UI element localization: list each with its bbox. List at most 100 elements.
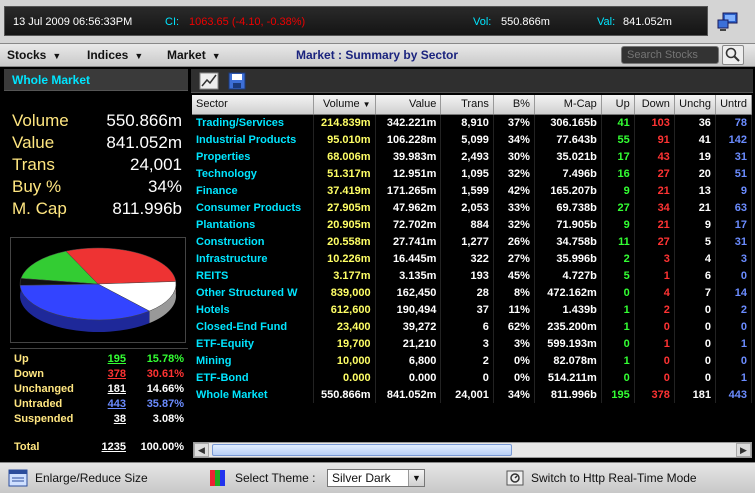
menu-market-label: Market: [167, 48, 206, 62]
whole-market-panel: Whole Market Volume 550.866m Value 841.0…: [4, 69, 188, 458]
cell-untraded: 142: [715, 131, 753, 148]
table-row[interactable]: Industrial Products 95.010m 106.228m 5,099 3…: [192, 131, 753, 148]
col-header-volume[interactable]: Volume ▼: [313, 95, 376, 115]
adv-count[interactable]: 181: [108, 383, 126, 395]
search-button[interactable]: [722, 45, 744, 65]
network-monitor-icon[interactable]: [717, 12, 739, 32]
theme-select[interactable]: Silver Dark ▼: [327, 469, 425, 487]
cell-buy-pct: 42%: [493, 182, 535, 199]
col-header-mcap[interactable]: M-Cap: [534, 95, 602, 115]
table-row[interactable]: Trading/Services 214.839m 342.221m 8,910 37%…: [192, 114, 753, 131]
table-row[interactable]: Technology 51.317m 12.951m 1,095 32% 7.496b 16…: [192, 165, 753, 182]
search-input[interactable]: [621, 46, 719, 64]
ci-value: 1063.65 (-4.10, -0.38%): [189, 16, 306, 28]
cell-sector: Consumer Products: [192, 199, 314, 216]
cell-buy-pct: 45%: [493, 267, 535, 284]
cell-volume: 839,000: [313, 284, 376, 301]
cell-buy-pct: 0%: [493, 352, 535, 369]
cell-volume: 20.905m: [313, 216, 376, 233]
col-header-untraded[interactable]: Untrd: [715, 95, 753, 115]
stat-value-buy: 34%: [147, 177, 182, 196]
cell-buy-pct: 32%: [493, 216, 535, 233]
cell-buy-pct: 30%: [493, 148, 535, 165]
col-header-sector[interactable]: Sector: [192, 95, 314, 115]
cell-sector: Whole Market: [192, 386, 314, 403]
cell-untraded: 31: [715, 148, 753, 165]
chart-icon[interactable]: [199, 71, 219, 91]
cell-trans: 28: [440, 284, 494, 301]
cell-buy-pct: 0%: [493, 369, 535, 386]
col-header-up[interactable]: Up: [601, 95, 635, 115]
cell-volume: 10.226m: [313, 250, 376, 267]
menu-stocks[interactable]: Stocks ▼: [7, 48, 61, 62]
save-icon[interactable]: [227, 71, 247, 91]
col-header-trans[interactable]: Trans: [440, 95, 494, 115]
table-row[interactable]: Plantations 20.905m 72.702m 884 32% 71.905b 9 2…: [192, 216, 753, 233]
bottom-toolbar: Enlarge/Reduce Size Select Theme : Silve…: [0, 462, 755, 493]
switch-http-mode-button[interactable]: Switch to Http Real-Time Mode: [531, 471, 697, 485]
cell-untraded: 1: [715, 369, 753, 386]
table-row[interactable]: Finance 37.419m 171.265m 1,599 42% 165.207b 9 2…: [192, 182, 753, 199]
cell-down: 21: [634, 182, 675, 199]
cell-trans: 193: [440, 267, 494, 284]
cell-untraded: 0: [715, 352, 753, 369]
cell-down: 3: [634, 250, 675, 267]
table-row[interactable]: Closed-End Fund 23,400 39,272 6 62% 235.200m 1…: [192, 318, 753, 335]
table-row[interactable]: Other Structured W 839,000 162,450 28 8% 472.…: [192, 284, 753, 301]
cell-trans: 37: [440, 301, 494, 318]
menu-market[interactable]: Market ▼: [167, 48, 221, 62]
switch-mode-icon[interactable]: [505, 468, 525, 488]
scroll-right-button[interactable]: ▶: [736, 443, 751, 457]
table-row[interactable]: ETF-Bond 0.000 0.000 0 0% 514.211m 0 0 0 1: [192, 369, 753, 386]
adv-pct: 35.87%: [146, 398, 184, 410]
cell-value: 342.221m: [375, 114, 442, 131]
cell-trans: 2: [440, 352, 494, 369]
table-row[interactable]: Consumer Products 27.905m 47.962m 2,053 33% 6…: [192, 199, 753, 216]
adv-count[interactable]: 378: [108, 368, 126, 380]
adv-count[interactable]: 1235: [102, 441, 126, 453]
stat-value-trans: 24,001: [130, 155, 182, 174]
cell-value: 162,450: [375, 284, 442, 301]
cell-up: 55: [601, 131, 635, 148]
col-header-down[interactable]: Down: [634, 95, 675, 115]
cell-sector: Trading/Services: [192, 114, 314, 131]
enlarge-reduce-button[interactable]: Enlarge/Reduce Size: [35, 471, 148, 485]
table-row[interactable]: REITS 3.177m 3.135m 193 45% 4.727b 5 1 6 0: [192, 267, 753, 284]
adv-count[interactable]: 195: [108, 353, 126, 365]
adv-row-suspended: Suspended 38 3.08%: [14, 413, 186, 427]
scroll-left-button[interactable]: ◀: [194, 443, 209, 457]
cell-unchanged: 19: [674, 148, 716, 165]
table-row[interactable]: ETF-Equity 19,700 21,210 3 3% 599.193m 0 1 0 1: [192, 335, 753, 352]
cell-untraded: 78: [715, 114, 753, 131]
cell-untraded: 14: [715, 284, 753, 301]
scrollbar-thumb[interactable]: [212, 444, 512, 456]
table-row-total[interactable]: Whole Market 550.866m 841.052m 24,001 34% 811…: [192, 386, 753, 403]
cell-down: 0: [634, 352, 675, 369]
resize-icon[interactable]: [8, 468, 28, 488]
col-header-unchanged[interactable]: Unchg: [674, 95, 716, 115]
table-row[interactable]: Mining 10,000 6,800 2 0% 82.078m 1 0 0 0: [192, 352, 753, 369]
col-header-value[interactable]: Value: [375, 95, 442, 115]
menu-indices[interactable]: Indices ▼: [87, 48, 143, 62]
table-row[interactable]: Construction 20.558m 27.741m 1,277 26% 34.758…: [192, 233, 753, 250]
table-row[interactable]: Infrastructure 10.226m 16.445m 322 27% 35.996…: [192, 250, 753, 267]
cell-buy-pct: 62%: [493, 318, 535, 335]
adv-count[interactable]: 38: [114, 413, 126, 425]
stat-value-mcap: 811.996b: [112, 199, 182, 218]
cell-up: 9: [601, 216, 635, 233]
adv-pct: 3.08%: [152, 413, 184, 425]
cell-volume: 10,000: [313, 352, 376, 369]
adv-count[interactable]: 443: [108, 398, 126, 410]
table-row[interactable]: Properties 68.006m 39.983m 2,493 30% 35.021b 1…: [192, 148, 753, 165]
cell-untraded: 2: [715, 301, 753, 318]
cell-up: 5: [601, 267, 635, 284]
col-header-buy-pct[interactable]: B%: [493, 95, 535, 115]
cell-down: 27: [634, 165, 675, 182]
menu-indices-label: Indices: [87, 48, 129, 62]
horizontal-scrollbar[interactable]: ◀ ▶: [193, 442, 752, 458]
cell-volume: 51.317m: [313, 165, 376, 182]
cell-up: 1: [601, 318, 635, 335]
cell-up: 1: [601, 352, 635, 369]
table-row[interactable]: Hotels 612,600 190,494 37 11% 1.439b 1 2 0 2: [192, 301, 753, 318]
cell-up: 9: [601, 182, 635, 199]
